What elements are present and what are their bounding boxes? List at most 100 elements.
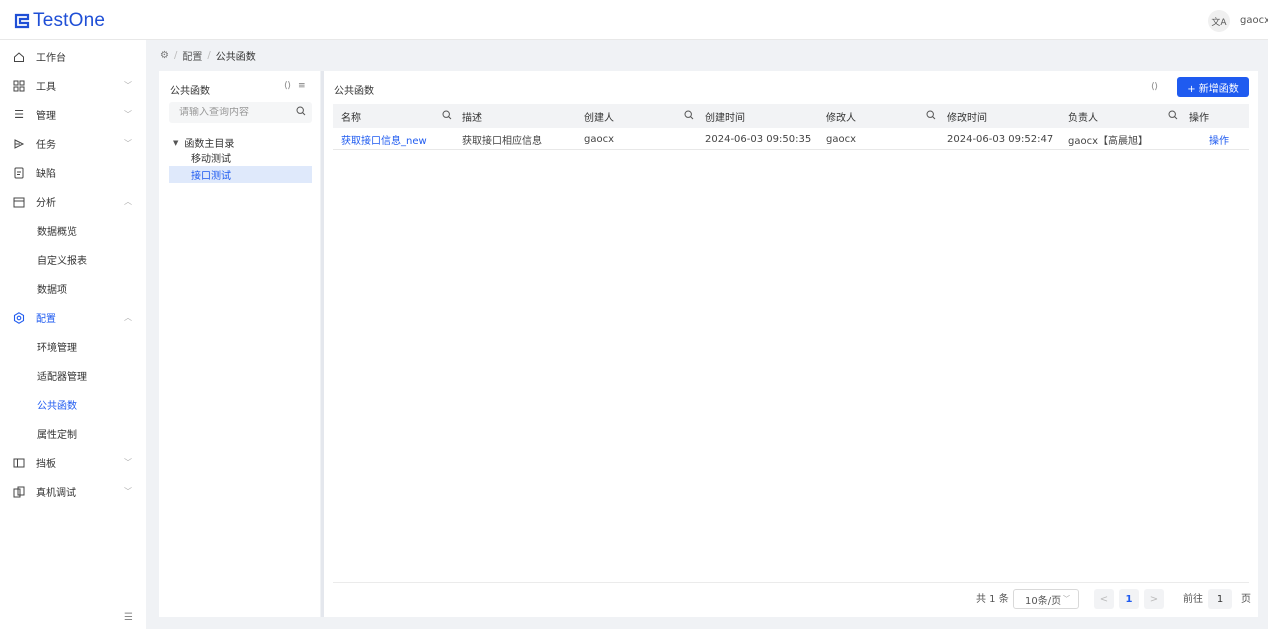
table-row[interactable]: 获取接口信息_new 获取接口相应信息 gaocx 2024-06-03 09:… [333, 128, 1249, 150]
cell-owner: gaocx【高晨旭】 [1068, 135, 1149, 147]
cell-creator: gaocx [584, 133, 615, 145]
column-header-action: 操作 [1189, 112, 1209, 124]
goto-label: 前往 [1183, 594, 1203, 605]
tree-search-input[interactable] [179, 107, 297, 118]
chevron-down-icon: ﹀ [124, 458, 132, 467]
divider [333, 582, 1249, 583]
sidebar-item-defects[interactable]: 缺陷 [0, 158, 146, 187]
breadcrumb-item[interactable]: 配置 [182, 48, 202, 63]
page-number-current[interactable]: 1 [1119, 589, 1139, 609]
function-table-panel: 公共函数 ⟨⟩ + 新增函数 名称 描述 创建人 创建时间 修改人 修改时间 负… [324, 71, 1258, 617]
play-icon [13, 138, 25, 150]
sidebar-item-custom-report[interactable]: 自定义报表 [0, 245, 146, 274]
search-icon[interactable] [926, 110, 936, 123]
chevron-down-icon: ﹀ [124, 81, 132, 90]
device-icon [13, 486, 25, 498]
sidebar-item-attribute-custom[interactable]: 属性定制 [0, 419, 146, 448]
sidebar-item-label: 自定义报表 [37, 256, 87, 267]
sidebar-item-label: 工具 [36, 82, 56, 93]
user-name[interactable]: gaocx [1240, 15, 1268, 26]
caret-down-icon[interactable]: ▼ [173, 139, 178, 147]
sidebar-item-device-debug[interactable]: 真机调试 ﹀ [0, 477, 146, 506]
search-icon[interactable] [442, 110, 452, 123]
sidebar-item-data-items[interactable]: 数据项 [0, 274, 146, 303]
column-header-description: 描述 [462, 112, 482, 124]
search-icon[interactable] [1168, 110, 1178, 123]
sidebar-item-config[interactable]: 配置 ︿ [0, 303, 146, 332]
cell-created-at: 2024-06-03 09:50:35 [705, 133, 812, 145]
sidebar-item-baffle[interactable]: 挡板 ﹀ [0, 448, 146, 477]
sidebar-item-label: 环境管理 [37, 343, 77, 354]
sidebar-item-label: 属性定制 [37, 430, 77, 441]
page-suffix: 页 [1241, 594, 1251, 605]
sidebar: 工作台 工具 ﹀ ☰ 管理 ﹀ 任务 ﹀ 缺陷 分析 ︿ 数据概览 自定义报表 [0, 40, 146, 629]
panel-icon [13, 457, 25, 469]
breadcrumb-current: 公共函数 [215, 52, 256, 63]
next-page-button[interactable]: > [1144, 589, 1164, 609]
sidebar-item-label: 数据项 [37, 285, 67, 296]
sidebar-item-label: 分析 [36, 198, 56, 209]
page-size-select[interactable]: 10条/页 ﹀ [1013, 589, 1079, 609]
app-name: TestOne [33, 10, 106, 31]
column-header-created-at: 创建时间 [705, 112, 745, 124]
sidebar-item-label: 公共函数 [37, 401, 77, 412]
chevron-down-icon: ﹀ [124, 139, 132, 148]
column-header-modifier: 修改人 [826, 112, 856, 124]
sidebar-item-public-functions[interactable]: 公共函数 [0, 390, 146, 419]
cell-modifier: gaocx [826, 133, 857, 145]
app-logo[interactable]: TestOne [14, 10, 105, 32]
function-name-link[interactable]: 获取接口信息_new [341, 128, 427, 150]
menu-fold-icon[interactable]: ☰ [124, 612, 133, 623]
sidebar-item-data-overview[interactable]: 数据概览 [0, 216, 146, 245]
translate-icon[interactable]: 文A [1208, 10, 1230, 32]
row-action-link[interactable]: 操作 [1209, 128, 1229, 150]
pagination-total: 共 1 条 [976, 594, 1009, 605]
sidebar-item-label: 任务 [36, 140, 56, 151]
column-header-creator: 创建人 [584, 112, 614, 124]
search-icon[interactable] [296, 106, 306, 119]
top-header: TestOne 文A gaocx [0, 0, 1268, 40]
sidebar-item-label: 管理 [36, 111, 56, 122]
home-icon [13, 51, 25, 63]
sidebar-item-label: 配置 [36, 314, 56, 325]
chevron-down-icon: ﹀ [124, 487, 132, 496]
tree-title: 公共函数 [170, 86, 210, 97]
tree-node-selected[interactable]: 接口测试 [169, 166, 312, 183]
sidebar-item-tasks[interactable]: 任务 ﹀ [0, 129, 146, 158]
sidebar-item-tools[interactable]: 工具 ﹀ [0, 71, 146, 100]
gear-icon [13, 311, 25, 324]
column-header-modified-at: 修改时间 [947, 112, 987, 124]
grid-icon [13, 80, 25, 92]
add-function-button[interactable]: + 新增函数 [1177, 77, 1249, 97]
refresh-icon[interactable]: ⟨⟩ [1151, 82, 1158, 92]
chevron-down-icon: ﹀ [1063, 595, 1070, 603]
tree-node[interactable]: 移动测试 [169, 149, 312, 166]
doc-icon [13, 167, 25, 179]
search-icon[interactable] [684, 110, 694, 123]
panel-title: 公共函数 [334, 86, 374, 97]
tree-node-label: 移动测试 [191, 154, 231, 165]
prev-page-button[interactable]: < [1094, 589, 1114, 609]
chevron-down-icon: ﹀ [124, 110, 132, 119]
calendar-icon [13, 196, 25, 208]
column-header-name: 名称 [341, 112, 361, 124]
sidebar-item-workbench[interactable]: 工作台 [0, 42, 146, 71]
cell-modified-at: 2024-06-03 09:52:47 [947, 133, 1054, 145]
logo-icon [14, 13, 30, 29]
column-header-owner: 负责人 [1068, 112, 1098, 124]
sidebar-item-manage[interactable]: ☰ 管理 ﹀ [0, 100, 146, 129]
sidebar-item-label: 数据概览 [37, 227, 77, 238]
filter-icon[interactable]: ≡ [298, 81, 306, 91]
sidebar-item-analysis[interactable]: 分析 ︿ [0, 187, 146, 216]
list-icon: ☰ [14, 108, 24, 121]
chevron-up-icon: ︿ [124, 197, 132, 206]
refresh-icon[interactable]: ⟨⟩ [284, 81, 291, 91]
chevron-up-icon: ︿ [124, 313, 132, 322]
sidebar-item-adapter-manage[interactable]: 适配器管理 [0, 361, 146, 390]
tree-node-label: 接口测试 [191, 171, 231, 182]
breadcrumb: ⚙ / 配置 / 公共函数 [160, 48, 256, 63]
goto-page-input[interactable]: 1 [1208, 589, 1232, 609]
tree-root-node[interactable]: ▼ 函数主目录 [173, 135, 234, 151]
sidebar-item-env-manage[interactable]: 环境管理 [0, 332, 146, 361]
gear-icon[interactable]: ⚙ [160, 50, 169, 61]
